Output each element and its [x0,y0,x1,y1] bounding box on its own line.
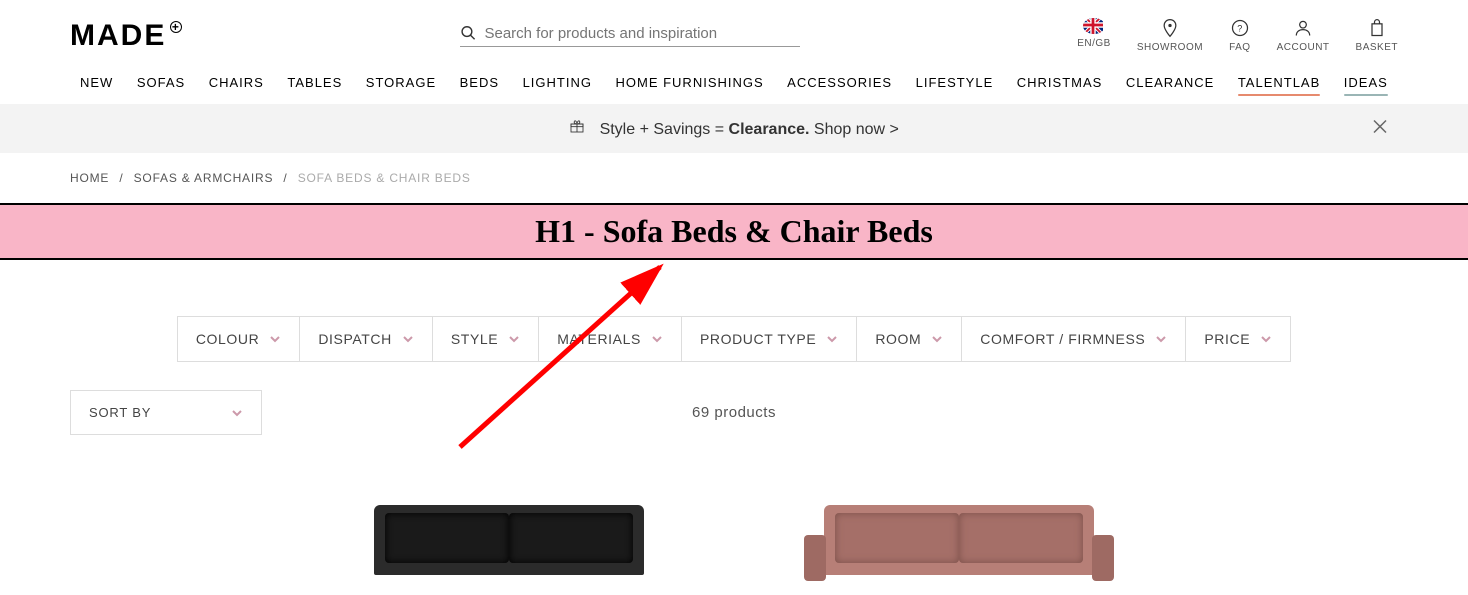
filter-label: PRODUCT TYPE [700,331,816,347]
chevron-down-icon [269,333,281,345]
nav-chairs[interactable]: CHAIRS [209,75,264,90]
list-controls: SORT BY 69 products [0,362,1468,435]
filter-label: PRICE [1204,331,1250,347]
chevron-down-icon [826,333,838,345]
showroom-link[interactable]: SHOWROOM [1137,18,1203,53]
product-grid [0,505,1468,595]
chevron-down-icon [1260,333,1272,345]
h1-annotation-banner: H1 - Sofa Beds & Chair Beds [0,203,1468,260]
filter-label: DISPATCH [318,331,392,347]
promo-bar[interactable]: Style + Savings = Clearance. Shop now > [0,104,1468,153]
basket-icon [1367,18,1387,38]
filter-comfort[interactable]: COMFORT / FIRMNESS [961,316,1186,362]
nav-accessories[interactable]: ACCESSORIES [787,75,892,90]
faq-label: FAQ [1229,42,1251,53]
header-top: MADE + EN/GB SHOWROOM ? FAQ [0,0,1468,59]
filter-label: ROOM [875,331,921,347]
breadcrumb-sep: / [119,171,123,185]
filter-dispatch[interactable]: DISPATCH [299,316,433,362]
product-image [374,505,644,575]
nav-new[interactable]: NEW [80,75,113,90]
search-box[interactable] [460,24,800,47]
filter-product-type[interactable]: PRODUCT TYPE [681,316,857,362]
chevron-down-icon [931,333,943,345]
breadcrumb-sofas-armchairs[interactable]: SOFAS & ARMCHAIRS [134,171,274,185]
promo-close-button[interactable] [1372,118,1388,139]
gift-icon [569,121,589,138]
close-icon [1372,118,1388,134]
nav-sofas[interactable]: SOFAS [137,75,185,90]
nav-clearance[interactable]: CLEARANCE [1126,75,1214,90]
pin-icon [1160,18,1180,38]
search-input[interactable] [484,25,799,42]
filter-colour[interactable]: COLOUR [177,316,301,362]
chevron-down-icon [651,333,663,345]
filter-label: COMFORT / FIRMNESS [980,331,1145,347]
chevron-down-icon [508,333,520,345]
nav-talentlab[interactable]: TALENTLAB [1238,75,1320,90]
locale-selector[interactable]: EN/GB [1077,18,1111,49]
nav-lifestyle[interactable]: LIFESTYLE [916,75,994,90]
uk-flag-icon [1083,18,1105,34]
chevron-down-icon [1155,333,1167,345]
nav-christmas[interactable]: CHRISTMAS [1017,75,1103,90]
product-image-part [1092,535,1114,581]
nav-tables[interactable]: TABLES [287,75,342,90]
nav-storage[interactable]: STORAGE [366,75,436,90]
search-icon [460,24,477,42]
product-count: 69 products [692,404,776,421]
filter-materials[interactable]: MATERIALS [538,316,682,362]
filter-price[interactable]: PRICE [1185,316,1291,362]
breadcrumb-sep: / [283,171,287,185]
search-wrap [182,24,1077,47]
basket-link[interactable]: BASKET [1356,18,1398,53]
help-icon: ? [1230,18,1250,38]
breadcrumb-current: SOFA BEDS & CHAIR BEDS [298,171,471,185]
logo-plus-icon: + [170,21,182,33]
sort-label: SORT BY [89,405,151,420]
faq-link[interactable]: ? FAQ [1229,18,1251,53]
promo-bold: Clearance. [729,121,810,138]
filter-label: MATERIALS [557,331,641,347]
filter-label: STYLE [451,331,498,347]
chevron-down-icon [231,407,243,419]
showroom-label: SHOWROOM [1137,42,1203,53]
account-link[interactable]: ACCOUNT [1277,18,1330,53]
promo-text-before: Style + Savings = [600,121,729,138]
filter-bar: COLOUR DISPATCH STYLE MATERIALS PRODUCT … [0,316,1468,362]
breadcrumb: HOME / SOFAS & ARMCHAIRS / SOFA BEDS & C… [0,153,1468,203]
product-card[interactable] [374,505,644,595]
sort-dropdown[interactable]: SORT BY [70,390,262,435]
account-label: ACCOUNT [1277,42,1330,53]
logo-text: MADE [70,19,166,53]
nav-lighting[interactable]: LIGHTING [523,75,592,90]
product-card[interactable] [824,505,1094,595]
nav-beds[interactable]: BEDS [460,75,499,90]
utility-nav: EN/GB SHOWROOM ? FAQ ACCOUNT BASKET [1077,18,1398,53]
account-icon [1293,18,1313,38]
promo-text-after: Shop now > [809,121,898,138]
filter-style[interactable]: STYLE [432,316,539,362]
product-image [824,505,1094,575]
chevron-down-icon [402,333,414,345]
locale-label: EN/GB [1077,38,1111,49]
svg-text:?: ? [1237,23,1243,33]
nav-ideas[interactable]: IDEAS [1344,75,1388,90]
filter-label: COLOUR [196,331,260,347]
product-image-part [804,535,826,581]
page-title: H1 - Sofa Beds & Chair Beds [0,213,1468,250]
filter-room[interactable]: ROOM [856,316,962,362]
breadcrumb-home[interactable]: HOME [70,171,109,185]
main-nav: NEW SOFAS CHAIRS TABLES STORAGE BEDS LIG… [0,59,1468,104]
basket-label: BASKET [1356,42,1398,53]
logo[interactable]: MADE + [70,19,182,53]
nav-home-furnishings[interactable]: HOME FURNISHINGS [615,75,763,90]
